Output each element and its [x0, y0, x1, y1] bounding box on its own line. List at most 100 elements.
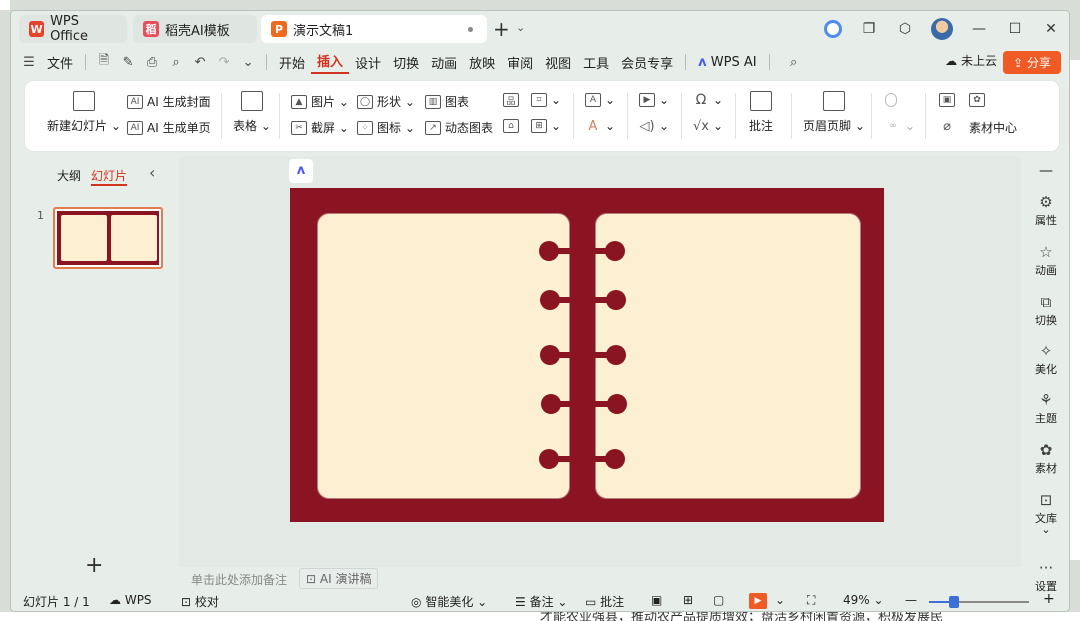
notebook-right-page[interactable] [595, 213, 861, 499]
tab-slides[interactable]: 幻灯片 [91, 167, 128, 186]
window-layout-icon[interactable]: ❐ [851, 21, 887, 37]
collapse-panel-chevron-icon[interactable]: ‹ [149, 163, 155, 182]
smartart-button[interactable]: 品 [503, 93, 523, 107]
cloud-status[interactable]: ☁ 未上云 [945, 52, 997, 69]
copilot-icon[interactable] [824, 20, 842, 38]
menu-member[interactable]: 会员专享 [615, 53, 679, 72]
add-slide-plus-icon[interactable]: + [85, 553, 103, 578]
menu-design[interactable]: 设计 [349, 53, 387, 72]
fit-to-window-button[interactable]: ⛶ [807, 593, 815, 608]
binder-ring[interactable] [541, 393, 627, 415]
symbol-button[interactable]: Ω ⌄ [693, 92, 723, 108]
play-options-chevron-icon[interactable]: ⌄ [775, 593, 785, 607]
normal-view-button[interactable]: ▣ [651, 593, 662, 607]
tab-list-chevron-icon[interactable]: ⌄ [516, 21, 525, 34]
binder-ring[interactable] [540, 289, 626, 311]
header-footer-button[interactable]: 页眉页脚 ⌄ [803, 91, 865, 134]
sidebar-item-library[interactable]: ⊡ 文库 [1021, 491, 1069, 526]
menu-tools[interactable]: 工具 [577, 53, 615, 72]
zoom-level[interactable]: 49% ⌄ [843, 593, 884, 607]
tab-docer-ai-templates[interactable]: 稻 稻壳AI模板 [133, 15, 257, 43]
comment-toggle-button[interactable]: ▭ 批注 [585, 593, 624, 610]
new-tab-plus-icon[interactable]: + [493, 17, 510, 41]
new-slide-button[interactable]: 新建幻灯片 ⌄ [47, 91, 121, 134]
audio-button[interactable]: ◁) ⌄ [639, 119, 669, 134]
sidebar-scroll-chevron-icon[interactable]: ⌄ [1021, 523, 1069, 536]
close-button[interactable]: ✕ [1033, 21, 1069, 37]
sidebar-item-animation[interactable]: ☆ 动画 [1021, 243, 1069, 278]
sidebar-item-beautify[interactable]: ✧ 美化 [1021, 342, 1069, 377]
reading-view-button[interactable]: ▢ [713, 593, 724, 607]
wps-status-button[interactable]: ☁ WPS [109, 593, 152, 607]
menu-view[interactable]: 视图 [539, 53, 577, 72]
notes-toggle-button[interactable]: ☰ 备注 ⌄ [515, 593, 567, 610]
hamburger-menu-icon[interactable]: ☰ [19, 55, 39, 70]
flowchart-button[interactable]: ⌂ [503, 119, 523, 133]
tab-outline[interactable]: 大纲 [57, 167, 81, 184]
cube-icon[interactable]: ⬡ [887, 21, 923, 37]
sidebar-item-transition[interactable]: ⧉ 切换 [1021, 293, 1069, 328]
notes-pane[interactable]: 单击此处添加备注 ⊡ AI 演讲稿 [179, 567, 1021, 589]
binder-ring[interactable] [539, 240, 625, 262]
sidebar-item-material[interactable]: ✿ 素材 [1021, 441, 1069, 476]
notebook-left-page[interactable] [317, 213, 570, 499]
comment-button[interactable]: 批注 [749, 91, 773, 134]
quick-access-chevron-icon[interactable]: ⌄ [238, 55, 258, 70]
avatar[interactable] [931, 18, 953, 40]
print-preview-icon[interactable]: ⌕ [166, 55, 186, 70]
wps-ai-badge-icon[interactable]: ʌ [289, 159, 313, 183]
formula-button[interactable]: √x ⌄ [693, 119, 723, 134]
attachment-button[interactable]: ⌀ [939, 119, 959, 134]
chart-button[interactable]: ▥ 图表 [425, 93, 469, 110]
link-button[interactable]: ∞ ⌄ [885, 119, 915, 133]
notes-placeholder[interactable]: 单击此处添加备注 [191, 571, 287, 588]
smart-beautify-button[interactable]: ◎ 智能美化 ⌄ [411, 593, 487, 610]
search-icon[interactable]: ⌕ [784, 55, 804, 70]
tab-presentation1[interactable]: P 演示文稿1 [261, 15, 487, 43]
wps-ai-menu[interactable]: ʌ WPS AI [692, 55, 762, 70]
material-center-label[interactable]: 素材中心 [969, 119, 1017, 136]
slide-canvas[interactable] [290, 188, 884, 522]
table-button[interactable]: 表格 ⌄ [233, 91, 271, 134]
object-button[interactable]: ▣ [939, 93, 959, 107]
slide-sorter-view-button[interactable]: ⊞ [683, 593, 693, 607]
icon-button[interactable]: ⁘ 图标 ⌄ [357, 119, 415, 136]
menu-animation[interactable]: 动画 [425, 53, 463, 72]
ai-single-page-button[interactable]: AI AI 生成单页 [127, 119, 211, 136]
menu-review[interactable]: 审阅 [501, 53, 539, 72]
sidebar-item-properties[interactable]: ⚙ 属性 [1021, 193, 1069, 228]
textbox-button[interactable]: A ⌄ [585, 93, 615, 107]
menu-slideshow[interactable]: 放映 [463, 53, 501, 72]
video-button[interactable]: ▶ ⌄ [639, 93, 669, 107]
screenshot-button[interactable]: ✂ 截屏 ⌄ [291, 119, 349, 136]
redo-icon[interactable]: ↷ [214, 55, 234, 70]
more-diagrams-button[interactable]: ⊞ ⌄ [531, 119, 561, 133]
mouse-button[interactable] [885, 93, 901, 107]
sidebar-item-theme[interactable]: ⚘ 主题 [1021, 391, 1069, 426]
proofread-button[interactable]: ⊡ 校对 [181, 593, 219, 610]
minimize-button[interactable]: — [961, 21, 997, 37]
picture-button[interactable]: ▲ 图片 ⌄ [291, 93, 349, 110]
wordart-button[interactable]: A ⌄ [585, 119, 616, 134]
binder-ring[interactable] [540, 344, 626, 366]
zoom-out-button[interactable]: — [905, 593, 917, 607]
shape-button[interactable]: ◯ 形状 ⌄ [357, 93, 415, 110]
zoom-slider[interactable] [929, 596, 1029, 608]
file-menu[interactable]: 文件 [41, 53, 79, 72]
ai-script-button[interactable]: ⊡ AI 演讲稿 [299, 568, 379, 589]
ai-cover-button[interactable]: AI AI 生成封面 [127, 93, 211, 110]
maximize-button[interactable]: ☐ [997, 21, 1033, 37]
menu-home[interactable]: 开始 [273, 53, 311, 72]
share-button[interactable]: ⇪ 分享 [1003, 51, 1061, 74]
mindmap-button[interactable]: ⌗ ⌄ [531, 93, 561, 107]
save-icon[interactable]: 🗎 [94, 51, 114, 73]
zoom-in-button[interactable]: + [1043, 591, 1055, 607]
menu-transition[interactable]: 切换 [387, 53, 425, 72]
material-center-button[interactable]: ✿ [969, 93, 989, 107]
tab-wps-office[interactable]: W WPS Office [19, 14, 127, 44]
binder-ring[interactable] [539, 448, 625, 470]
format-painter-icon[interactable]: ✎ [118, 55, 138, 70]
slide-thumbnail[interactable] [53, 207, 163, 269]
sidebar-collapse-icon[interactable]: — [1021, 163, 1069, 179]
print-icon[interactable]: ⎙ [142, 55, 162, 70]
